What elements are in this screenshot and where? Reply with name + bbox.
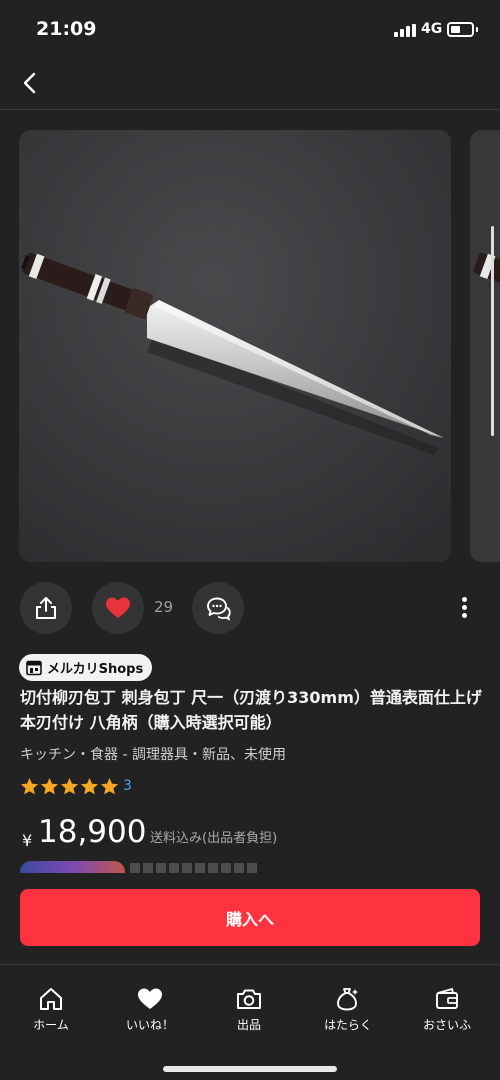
- tab-label: ホーム: [33, 1018, 69, 1032]
- tab-bar-divider: [0, 964, 500, 965]
- tab-wallet[interactable]: おさいふ: [399, 984, 495, 1040]
- review-count[interactable]: 3: [123, 778, 132, 794]
- knife-image-next: [470, 130, 500, 562]
- knife-image: [19, 130, 451, 562]
- wallet-icon: [436, 988, 458, 1009]
- tab-work[interactable]: はたらく: [300, 984, 396, 1040]
- battery-tip: [476, 27, 478, 32]
- comment-button[interactable]: [192, 582, 244, 634]
- star-icon: [40, 777, 59, 794]
- tab-likes[interactable]: いいね！: [102, 984, 198, 1040]
- comment-icon: [207, 597, 231, 621]
- item-category[interactable]: キッチン・食器 - 調理器具・新品、未使用: [20, 744, 482, 764]
- photo-carousel[interactable]: [0, 111, 500, 576]
- shop-badge-label: メルカリShops: [47, 662, 144, 677]
- more-vertical-icon: [462, 597, 467, 602]
- tab-label: はたらく: [324, 1018, 372, 1032]
- star-icon: [20, 777, 39, 794]
- nav-bar: [0, 60, 500, 110]
- home-indicator[interactable]: [163, 1066, 337, 1072]
- tab-label: 出品: [236, 1018, 261, 1032]
- star-icon: [60, 777, 79, 794]
- star-icon: [100, 777, 119, 794]
- product-photo[interactable]: [19, 130, 451, 562]
- heart-icon: [138, 988, 162, 1009]
- shop-icon: [26, 660, 42, 675]
- like-count: 29: [154, 598, 174, 616]
- tab-home[interactable]: ホーム: [3, 984, 99, 1040]
- network-type: 4G: [421, 21, 443, 37]
- share-icon: [36, 597, 56, 619]
- item-title: 切付柳刃包丁 刺身包丁 尺一（刃渡り330mm）普通表面仕上げ 本刃付け 八角柄…: [20, 688, 482, 732]
- points-banner-peek: [20, 861, 320, 873]
- currency-symbol: ¥: [22, 831, 33, 850]
- star-icon: [80, 777, 99, 794]
- points-text: [130, 863, 260, 873]
- status-time: 21:09: [36, 18, 97, 40]
- tab-label: おさいふ: [422, 1018, 471, 1032]
- tab-bar: ホーム いいね！ 出品 はたらく おさいふ: [0, 966, 500, 1080]
- points-badge: [20, 861, 125, 873]
- shipping-note: 送料込み(出品者負担): [150, 831, 278, 846]
- more-options-button[interactable]: [454, 594, 476, 622]
- rating-row[interactable]: 3: [20, 776, 132, 796]
- scroll-indicator[interactable]: [491, 226, 494, 436]
- shop-badge[interactable]: メルカリShops: [19, 654, 153, 681]
- item-price: 18,900: [38, 814, 147, 850]
- next-product-photo[interactable]: [470, 130, 500, 562]
- action-row: 29: [0, 580, 500, 636]
- tab-sell[interactable]: 出品: [201, 984, 297, 1040]
- back-button[interactable]: [14, 66, 48, 100]
- battery-icon: [447, 22, 474, 37]
- tab-label: いいね！: [125, 1018, 174, 1032]
- buy-button[interactable]: 購入へ: [20, 889, 480, 946]
- share-button[interactable]: [20, 582, 72, 634]
- money-bag-icon: [337, 988, 358, 1011]
- signal-icon: [394, 24, 416, 37]
- chevron-left-icon: [23, 72, 36, 94]
- heart-icon: [106, 597, 130, 618]
- like-button[interactable]: [92, 582, 144, 634]
- camera-icon: [237, 989, 261, 1009]
- status-bar: 21:09 4G: [0, 0, 500, 60]
- home-icon: [40, 988, 62, 1010]
